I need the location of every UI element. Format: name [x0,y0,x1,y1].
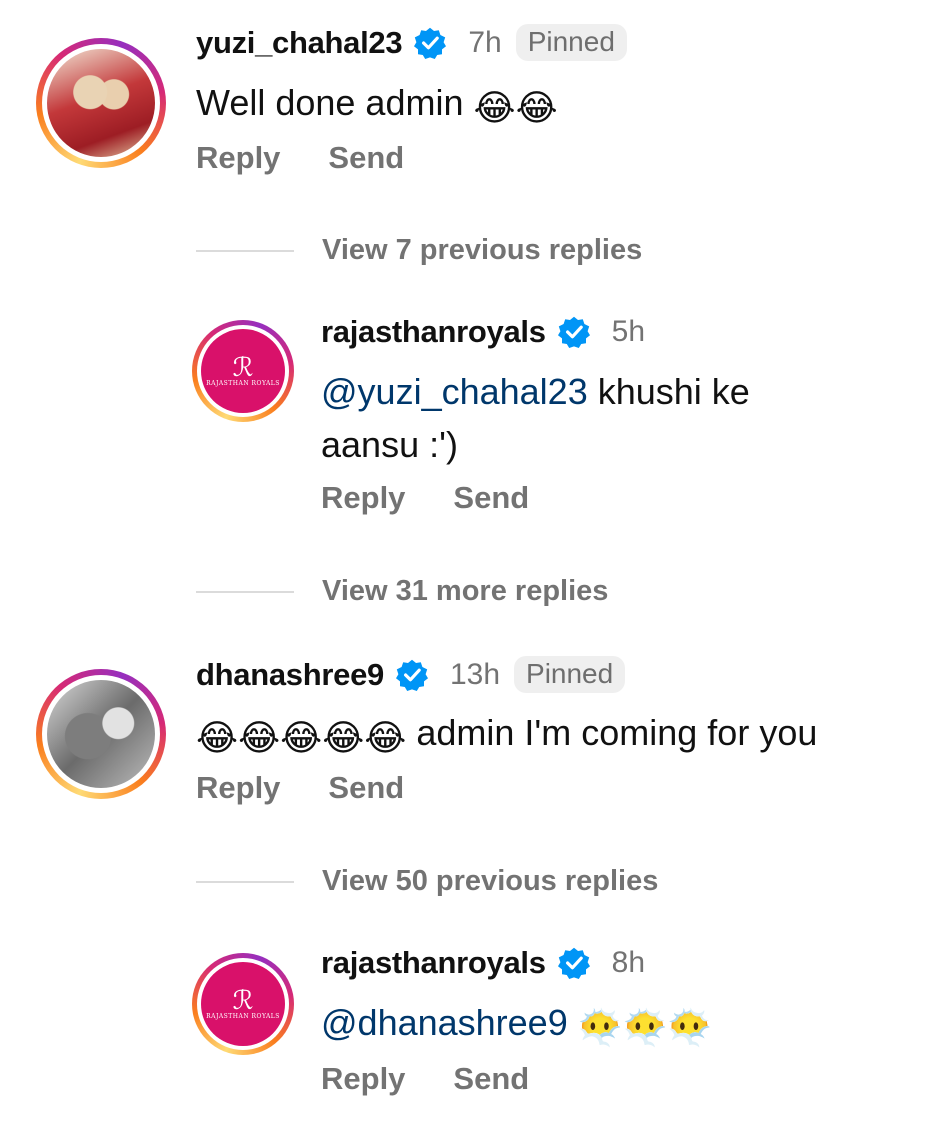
avatar[interactable]: ℛ RAJASTHAN ROYALS [192,953,294,1055]
send-button[interactable]: Send [453,480,529,516]
reply-button[interactable]: Reply [321,1061,405,1097]
view-replies-button[interactable]: View 7 previous replies [196,234,642,267]
pinned-badge: Pinned [514,656,626,693]
username[interactable]: yuzi_chahal23 [196,25,403,61]
timestamp: 7h [468,25,502,59]
verified-badge-icon [557,316,590,348]
username[interactable]: rajasthanroyals [321,945,546,981]
avatar[interactable] [36,38,166,168]
avatar-photo [47,680,155,788]
face-in-clouds-emoji-icon: 😶‍🌫️😶‍🌫️😶‍🌫️ [577,1007,713,1048]
rajasthan-royals-logo: ℛ RAJASTHAN ROYALS [201,329,285,413]
rajasthan-royals-logo: ℛ RAJASTHAN ROYALS [201,962,285,1046]
mention-link[interactable]: @yuzi_chahal23 [321,371,588,412]
view-replies-button[interactable]: View 50 previous replies [196,865,658,898]
comment-text-line2: aansu :') [321,424,458,465]
comment-text: @yuzi_chahal23 khushi ke [321,371,750,412]
username[interactable]: rajasthanroyals [321,314,546,350]
verified-badge-icon [414,27,447,59]
avatar-photo [47,49,155,157]
reply-button[interactable]: Reply [196,770,280,806]
timestamp: 13h [449,657,501,691]
pinned-badge: Pinned [515,24,627,61]
divider [196,590,294,593]
laughing-emoji-icon: 😂😂 [473,87,558,128]
send-button[interactable]: Send [328,140,404,176]
comment-text: 😂😂😂😂😂 admin I'm coming for you [196,706,817,764]
timestamp: 8h [611,946,646,979]
send-button[interactable]: Send [453,1061,529,1097]
avatar[interactable] [36,669,166,799]
username[interactable]: dhanashree9 [196,657,384,693]
verified-badge-icon [395,659,428,691]
avatar[interactable]: ℛ RAJASTHAN ROYALS [192,320,294,422]
verified-badge-icon [557,947,590,979]
timestamp: 5h [611,315,646,348]
comment-text: @dhanashree9 😶‍🌫️😶‍🌫️😶‍🌫️ [321,996,712,1054]
comment-text: Well done admin 😂😂 [196,76,558,134]
divider [196,880,294,883]
reply-button[interactable]: Reply [321,480,405,516]
reply-button[interactable]: Reply [196,140,280,176]
divider [196,249,294,252]
send-button[interactable]: Send [328,770,404,806]
comments-list: yuzi_chahal23 7h Pinned Well done admin … [0,0,927,1123]
view-replies-button[interactable]: View 31 more replies [196,575,608,608]
laughing-emoji-icon: 😂😂😂😂😂 [196,717,407,758]
mention-link[interactable]: @dhanashree9 [321,1002,568,1043]
